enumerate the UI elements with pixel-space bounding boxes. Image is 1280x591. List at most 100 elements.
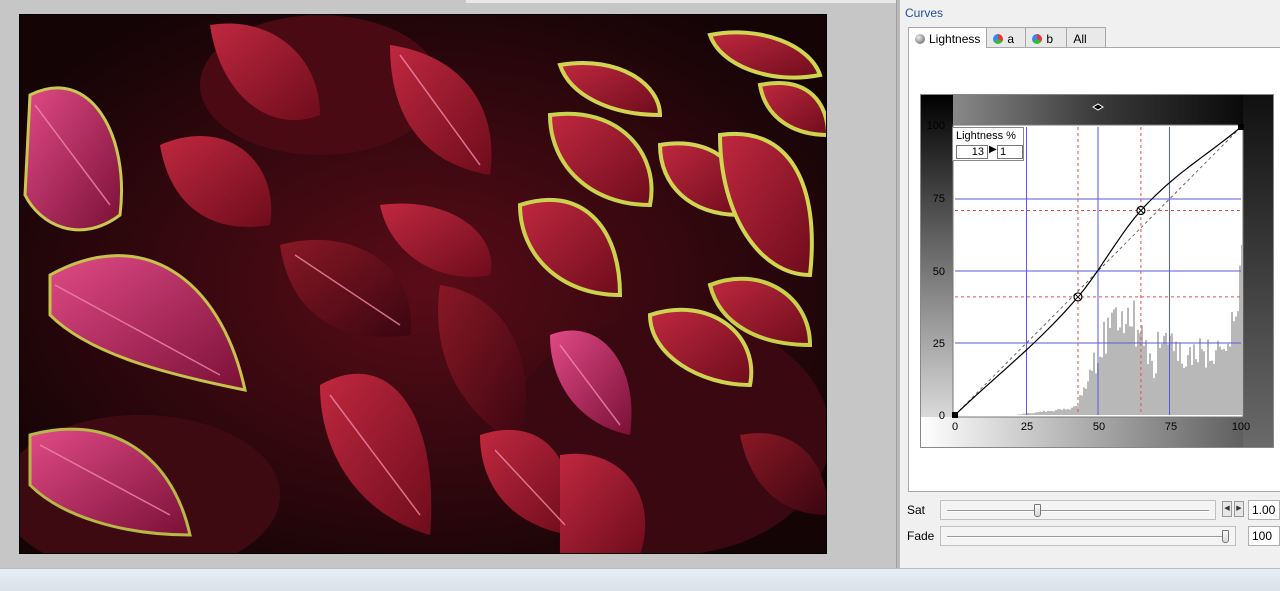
- histogram-bar: [1185, 366, 1187, 415]
- histogram-bar: [1203, 351, 1205, 415]
- histogram-bar: [1063, 408, 1065, 415]
- histogram-bar: [1055, 410, 1057, 415]
- histogram-bar: [1223, 348, 1225, 415]
- x-tick-label: 0: [952, 421, 958, 433]
- histogram-bar: [1051, 411, 1053, 415]
- histogram-bar: [1121, 311, 1123, 415]
- histogram-bar: [1107, 317, 1109, 415]
- histogram-bar: [1175, 341, 1177, 415]
- histogram-bar: [1201, 349, 1203, 415]
- histogram-bar: [1151, 360, 1153, 415]
- histogram-bar: [1019, 414, 1021, 415]
- histogram-bar: [1167, 344, 1169, 415]
- tab-all[interactable]: All: [1066, 27, 1107, 47]
- histogram-bar: [1239, 265, 1241, 415]
- histogram-bar: [1023, 413, 1025, 415]
- fade-slider[interactable]: [940, 526, 1236, 546]
- histogram-bar: [1073, 406, 1075, 415]
- histogram-bar: [1229, 346, 1231, 415]
- tab-label: Lightness: [929, 32, 981, 46]
- histogram-bar: [1123, 333, 1125, 415]
- slider-track: [947, 510, 1209, 512]
- histogram-bar: [1231, 312, 1233, 415]
- histogram-bar: [1047, 410, 1049, 415]
- histogram-bar: [1053, 411, 1055, 415]
- histogram-bar: [1037, 412, 1039, 415]
- sat-label: Sat: [907, 503, 926, 517]
- curve-end-point[interactable]: [1238, 124, 1244, 130]
- histogram-bar: [1215, 350, 1217, 415]
- histogram-bar: [1045, 411, 1047, 415]
- histogram-bar: [1233, 321, 1235, 415]
- lightness-icon: [915, 34, 925, 44]
- y-tick-label: 50: [933, 266, 945, 278]
- input-value-field[interactable]: 13: [956, 145, 988, 159]
- histogram-bar: [1177, 360, 1179, 415]
- histogram-bar: [1071, 407, 1073, 415]
- fade-value[interactable]: 100: [1248, 526, 1280, 546]
- x-tick-label: 25: [1021, 421, 1033, 433]
- spin-left-icon[interactable]: ◀: [1222, 501, 1232, 517]
- curves-panel: Curves Lightness a b All 100 75 50 25 0 …: [900, 0, 1280, 568]
- sat-value[interactable]: 1.00: [1248, 500, 1280, 520]
- histogram-bar: [1217, 340, 1219, 415]
- histogram-bar: [1155, 373, 1157, 415]
- histogram-bar: [1235, 316, 1237, 415]
- x-tick-label: 100: [1232, 421, 1250, 433]
- histogram-bar: [1035, 412, 1037, 415]
- histogram-bar: [1041, 411, 1043, 415]
- histogram-bar: [1113, 309, 1115, 415]
- histogram-bar: [1081, 395, 1083, 415]
- histogram-bar: [1193, 344, 1195, 415]
- histogram-bar: [1103, 321, 1105, 415]
- sat-slider-row: Sat ◀ ▶ 1.00: [900, 499, 1280, 521]
- histogram-bar: [1237, 311, 1239, 415]
- tab-b[interactable]: b: [1025, 27, 1068, 47]
- histogram-bar: [1031, 413, 1033, 415]
- status-bar: [0, 568, 1280, 591]
- arrow-right-icon: ▶: [989, 144, 997, 155]
- histogram-bar: [1131, 326, 1133, 415]
- histogram-bar: [1027, 413, 1029, 415]
- histogram-bar: [1079, 395, 1081, 415]
- histogram-bar: [1021, 414, 1023, 415]
- x-tick-label: 75: [1165, 421, 1177, 433]
- sat-slider[interactable]: [940, 500, 1216, 520]
- histogram-bar: [1049, 411, 1051, 415]
- tab-a[interactable]: a: [986, 27, 1027, 47]
- histogram-bar: [1147, 364, 1149, 415]
- histogram-bar: [1119, 327, 1121, 415]
- histogram-bar: [1109, 327, 1111, 415]
- slider-thumb[interactable]: [1222, 530, 1229, 543]
- histogram-bar: [1101, 357, 1103, 415]
- fade-slider-row: Fade 100: [900, 525, 1280, 547]
- histogram-bar: [1157, 331, 1159, 415]
- histogram-bar: [1075, 405, 1077, 415]
- histogram-bar: [1145, 340, 1147, 415]
- histogram-bar: [1115, 307, 1117, 415]
- output-value-field[interactable]: 1: [997, 145, 1023, 159]
- histogram-bar: [1039, 411, 1041, 415]
- histogram-bar: [1111, 312, 1113, 415]
- histogram-bar: [1125, 323, 1127, 415]
- histogram-bar: [1219, 346, 1221, 415]
- histogram-bar: [1149, 353, 1151, 415]
- curve-end-point[interactable]: [952, 412, 958, 418]
- spin-right-icon[interactable]: ▶: [1234, 501, 1244, 517]
- image-canvas[interactable]: [0, 0, 896, 568]
- color-channel-icon: [1032, 33, 1043, 44]
- slider-thumb[interactable]: [1033, 504, 1041, 517]
- tab-label: b: [1046, 31, 1054, 46]
- histogram-bar: [1153, 378, 1155, 415]
- histogram-bar: [1099, 356, 1101, 415]
- histogram-bar: [1199, 338, 1201, 415]
- x-tick-label: 50: [1093, 421, 1105, 433]
- histogram-bar: [1163, 335, 1165, 415]
- histogram-bar: [1065, 409, 1067, 415]
- histogram-bar: [1083, 387, 1085, 415]
- tab-label: All: [1073, 31, 1087, 46]
- tab-lightness[interactable]: Lightness: [908, 27, 988, 48]
- photo-coleus-leaves[interactable]: [19, 14, 827, 554]
- histogram-bar: [1143, 345, 1145, 415]
- channel-tabs: Lightness a b All: [908, 27, 1107, 48]
